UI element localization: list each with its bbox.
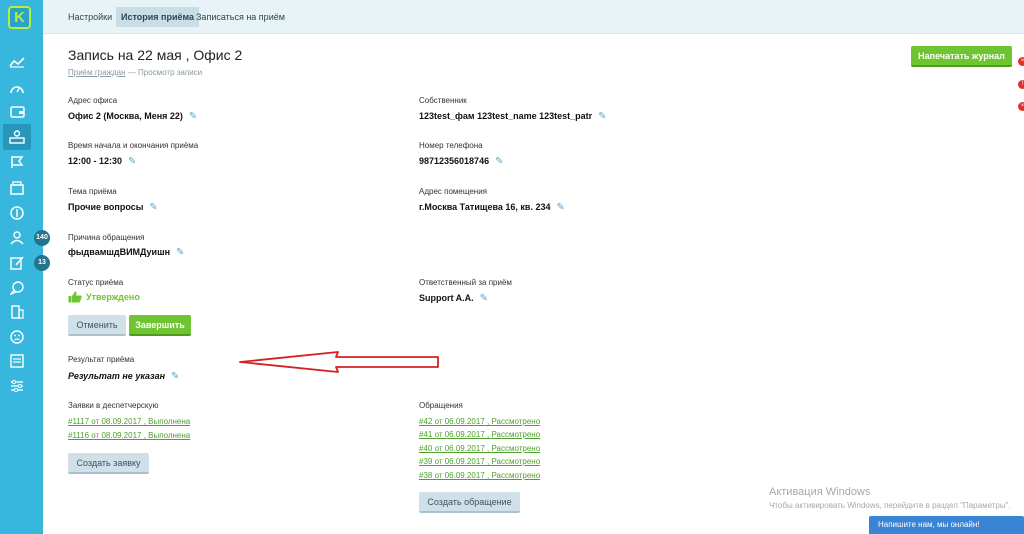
reason-value: фыдвамшдВИМДуишн ✎	[68, 247, 185, 258]
appeal-link[interactable]: #40 от 06.09.2017 , Рассмотрено	[419, 444, 540, 453]
red-arrow-annotation	[239, 351, 439, 373]
appeal-link[interactable]: #41 от 06.09.2017 , Рассмотрено	[419, 430, 540, 439]
phone-value: 98712356018746 ✎	[419, 156, 504, 167]
appeal-link[interactable]: #38 от 06.09.2017 , Рассмотрено	[419, 471, 540, 480]
windows-activation-watermark: Активация Windows Чтобы активировать Win…	[769, 486, 1011, 510]
pencil-icon[interactable]: ✎	[149, 202, 157, 213]
cancel-button[interactable]: Отменить	[68, 315, 126, 336]
finish-button[interactable]: Завершить	[129, 315, 191, 336]
time-label: Время начала и окончания приёма	[68, 141, 199, 150]
close-icon[interactable]: ×	[1018, 102, 1024, 111]
pencil-icon[interactable]: ✎	[480, 293, 488, 304]
status-label: Статус приёма	[68, 278, 124, 287]
people-icon[interactable]	[6, 228, 28, 248]
coin-icon[interactable]	[6, 203, 28, 223]
people-count-badge: 140	[34, 230, 50, 246]
edit-icon[interactable]	[6, 253, 28, 273]
sad-face-icon[interactable]	[6, 327, 28, 347]
close-icon[interactable]: ×	[1018, 57, 1024, 66]
chat-widget[interactable]: Напишите нам, мы онлайн!	[869, 516, 1024, 534]
requests-label: Заявки в деспетчерскую	[68, 401, 159, 410]
reception-icon[interactable]	[3, 124, 31, 150]
pencil-icon[interactable]: ✎	[556, 202, 564, 213]
result-value: Результат не указан ✎	[68, 371, 180, 382]
breadcrumb-current: — Просмотр записи	[127, 68, 203, 77]
edit-count-badge: 13	[34, 255, 50, 271]
pencil-icon[interactable]: ✎	[598, 111, 606, 122]
request-link[interactable]: #1116 от 08.09.2017 , Выполнена	[68, 431, 190, 440]
breadcrumb: Приём граждан — Просмотр записи	[68, 68, 202, 77]
page-title: Запись на 22 мая , Офис 2	[68, 47, 243, 63]
pencil-icon[interactable]: ✎	[128, 156, 136, 167]
phone-label: Номер телефона	[419, 141, 483, 150]
chat-icon[interactable]	[6, 278, 28, 298]
activation-title: Активация Windows	[769, 486, 871, 498]
top-tabs-bar: Настройки История приёма Записаться на п…	[43, 0, 1024, 34]
owner-value: 123test_фам 123test_name 123test_patr ✎	[419, 111, 607, 122]
appeals-label: Обращения	[419, 401, 463, 410]
pencil-icon[interactable]: ✎	[189, 111, 197, 122]
appeal-link[interactable]: #39 от 06.09.2017 , Рассмотрено	[419, 457, 540, 466]
news-icon[interactable]	[6, 351, 28, 371]
time-value: 12:00 - 12:30 ✎	[68, 156, 137, 167]
owner-label: Собственник	[419, 96, 467, 105]
appeal-link[interactable]: #42 от 06.09.2017 , Рассмотрено	[419, 417, 540, 426]
tab-history[interactable]: История приёма	[116, 7, 200, 27]
pencil-icon[interactable]: ✎	[176, 247, 184, 258]
breadcrumb-link[interactable]: Приём граждан	[68, 68, 126, 77]
office-value: Офис 2 (Москва, Меня 22) ✎	[68, 111, 198, 122]
box-icon[interactable]	[6, 178, 28, 198]
responsible-value: Support A.A. ✎	[419, 293, 489, 304]
sliders-icon[interactable]	[6, 376, 28, 396]
flag-icon[interactable]	[6, 152, 28, 172]
chart-icon[interactable]	[6, 52, 28, 72]
address-value: г.Москва Татищева 16, кв. 234 ✎	[419, 202, 565, 213]
print-journal-button[interactable]: Напечатать журнал	[911, 46, 1012, 67]
wallet-icon[interactable]	[6, 102, 28, 122]
tab-settings[interactable]: Настройки	[63, 7, 117, 27]
result-label: Результат приёма	[68, 355, 135, 364]
gauge-icon[interactable]	[6, 78, 28, 98]
create-appeal-button[interactable]: Создать обращение	[419, 492, 520, 513]
request-link[interactable]: #1117 от 08.09.2017 , Выполнена	[68, 417, 190, 426]
sidebar: K 140 13	[0, 0, 50, 534]
building-icon[interactable]	[6, 302, 28, 322]
status-value: Утверждено	[68, 291, 140, 303]
thumbs-up-icon	[68, 291, 82, 303]
pencil-icon[interactable]: ✎	[495, 156, 503, 167]
create-request-button[interactable]: Создать заявку	[68, 453, 149, 474]
activation-subtitle: Чтобы активировать Windows, перейдите в …	[769, 501, 1011, 510]
topic-value: Прочие вопросы ✎	[68, 202, 158, 213]
topic-label: Тема приёма	[68, 187, 117, 196]
pencil-icon[interactable]: ✎	[171, 371, 179, 382]
office-label: Адрес офиса	[68, 96, 118, 105]
reason-label: Причина обращения	[68, 233, 145, 242]
responsible-label: Ответственный за приём	[419, 278, 512, 287]
tab-book-appointment[interactable]: Записаться на приём	[191, 7, 290, 27]
alert-icon[interactable]: !	[1018, 80, 1024, 89]
app-logo[interactable]: K	[8, 6, 31, 29]
address-label: Адрес помещения	[419, 187, 488, 196]
